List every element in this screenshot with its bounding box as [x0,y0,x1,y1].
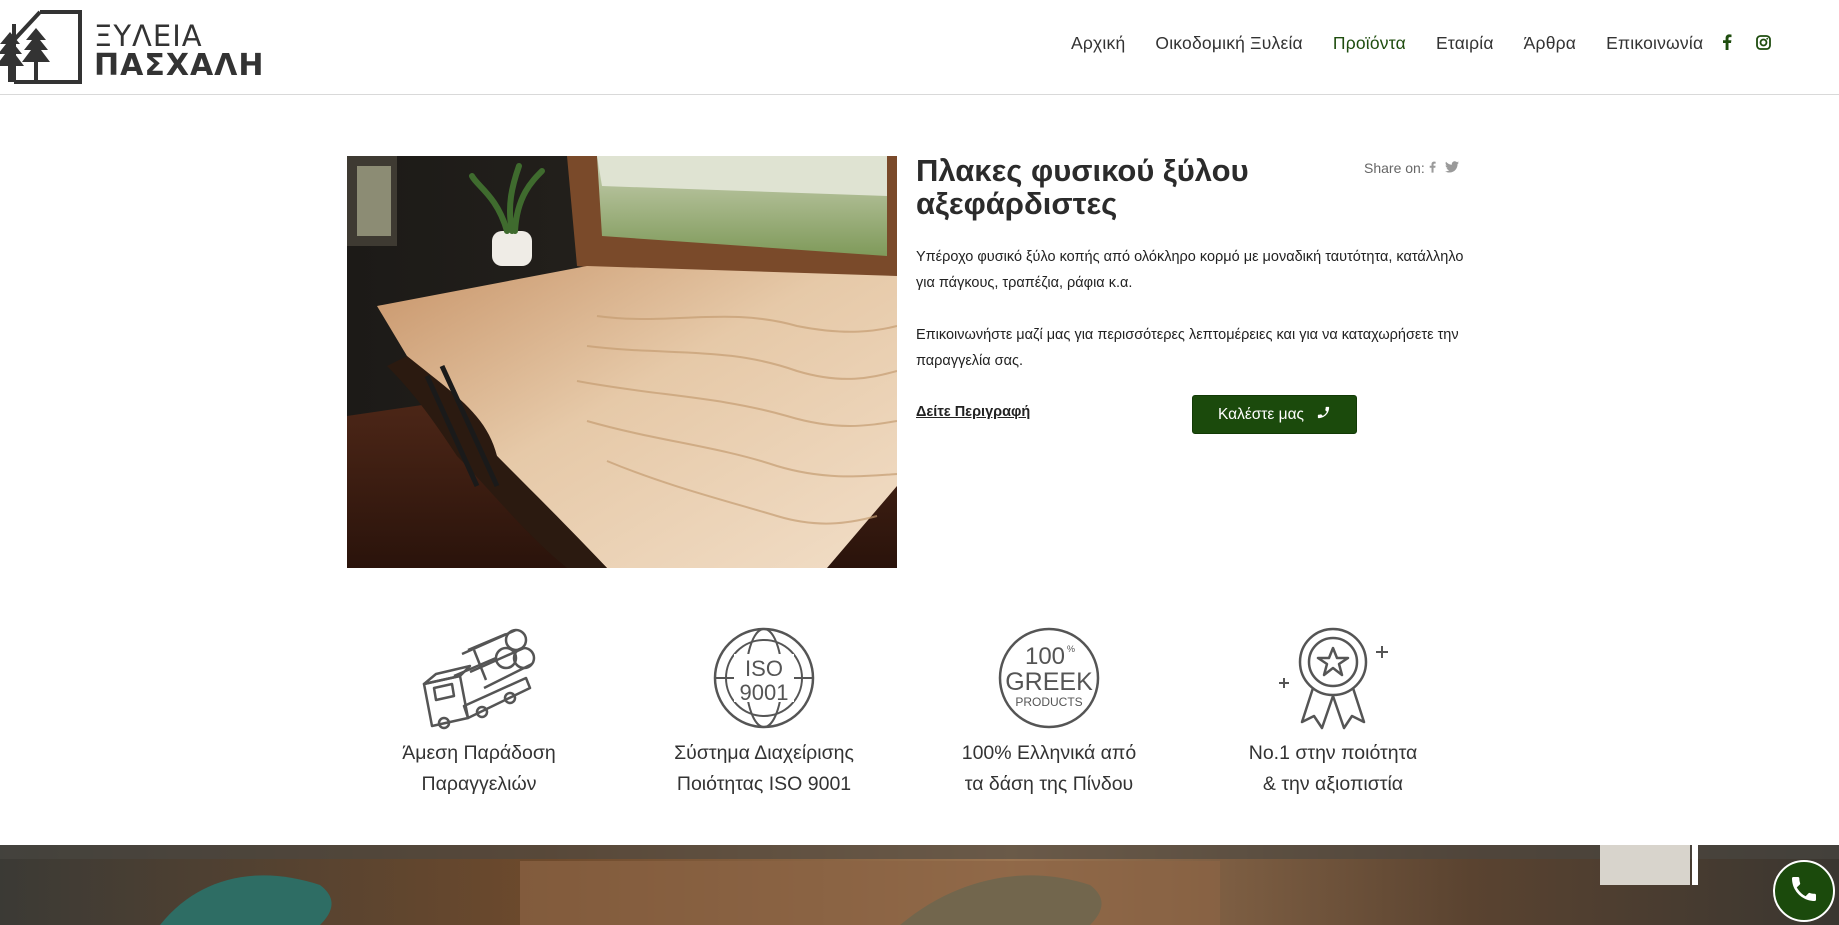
feature-quality-text: No.1 στην ποιότητα & την αξιοπιστία [1218,738,1448,800]
feature-iso-line1: Σύστημα Διαχείρισης [674,742,854,764]
main-nav: Αρχική Οικοδομική Ξυλεία Προϊόντα Εταιρί… [1071,33,1733,54]
logo-text: ΞΥΛΕΙΑ ΠΑΣΧΑΛΗ [94,19,265,83]
instagram-icon[interactable] [1756,34,1771,55]
share-bar: Share on: [1364,160,1459,176]
feature-delivery-line1: Άμεση Παράδοση [402,742,556,764]
description-paragraph-2: Επικοινωνήστε μαζί μας για περισσότερες … [916,327,1459,369]
greek-badge-products: PRODUCTS [1015,695,1082,709]
greek-badge-percent: % [1067,644,1075,654]
phone-icon [1788,873,1820,910]
feature-quality-line2: & την αξιοπιστία [1262,773,1404,795]
truck-logs-icon [364,626,594,730]
feature-delivery: Άμεση Παράδοση Παραγγελιών [364,626,594,800]
share-facebook-icon[interactable] [1429,160,1436,176]
feature-greek-text: 100% Ελληνικά από τα δάση της Πίνδου [934,738,1164,800]
header-social [1722,34,1795,55]
call-us-label: Καλέστε μας [1217,405,1305,423]
site-logo[interactable]: ΞΥΛΕΙΑ ΠΑΣΧΑΛΗ [0,8,264,84]
nav-item-products[interactable]: Προϊόντα [1333,33,1406,54]
logo-line2: ΠΑΣΧΑΛΗ [94,48,265,83]
feature-iso-text: Σύστημα Διαχείρισης Ποιότητας ISO 9001 [649,738,879,800]
feature-iso: ISO 9001 Σύστημα Διαχείρισης Ποιότητας I… [649,626,879,800]
greek-badge-number: 100 [1025,643,1065,670]
product-image[interactable] [347,156,897,568]
iso-badge-line1: ISO [745,656,783,681]
product-title: Πλακες φυσικού ξύλου αξεφάρδιστες [916,153,1249,221]
feature-quality-line1: No.1 στην ποιότητα [1248,742,1418,764]
iso-badge-line2: 9001 [740,680,789,705]
product-description: Υπέροχο φυσικό ξύλο κοπής από ολόκληρο κ… [916,244,1471,374]
feature-delivery-text: Άμεση Παράδοση Παραγγελιών [364,738,594,800]
see-description-link[interactable]: Δείτε Περιγραφή [916,404,1030,420]
call-us-button[interactable]: Καλέστε μας [1192,395,1357,434]
feature-greek-line2: τα δάση της Πίνδου [964,773,1134,795]
award-ribbon-icon [1218,626,1448,730]
logo-line1: ΞΥΛΕΙΑ [94,19,203,53]
feature-greek: 100 % GREEK PRODUCTS 100% Ελληνικά από τ… [934,626,1164,800]
greek-products-icon: 100 % GREEK PRODUCTS [934,626,1164,730]
description-paragraph-1: Υπέροχο φυσικό ξύλο κοπής από ολόκληρο κ… [916,249,1464,291]
share-label: Share on: [1364,160,1425,176]
nav-item-building-timber[interactable]: Οικοδομική Ξυλεία [1155,33,1302,54]
site-header: ΞΥΛΕΙΑ ΠΑΣΧΑΛΗ Αρχική Οικοδομική Ξυλεία … [0,0,1839,95]
share-twitter-icon[interactable] [1444,160,1459,176]
bottom-banner-image [0,845,1839,925]
facebook-icon[interactable] [1722,34,1732,55]
feature-quality: No.1 στην ποιότητα & την αξιοπιστία [1218,626,1448,800]
feature-greek-line1: 100% Ελληνικά από [961,742,1137,764]
nav-item-articles[interactable]: Άρθρα [1524,33,1576,54]
iso-9001-icon: ISO 9001 [649,626,879,730]
floating-call-button[interactable] [1773,860,1835,922]
nav-item-company[interactable]: Εταιρία [1436,33,1494,54]
logo-mark-icon [0,10,82,84]
phone-icon [1316,405,1331,425]
feature-iso-line2: Ποιότητας ISO 9001 [676,773,852,795]
feature-delivery-line2: Παραγγελιών [421,773,537,795]
greek-badge-word: GREEK [1005,668,1093,696]
nav-item-home[interactable]: Αρχική [1071,33,1125,54]
nav-item-contact[interactable]: Επικοινωνία [1606,33,1703,54]
